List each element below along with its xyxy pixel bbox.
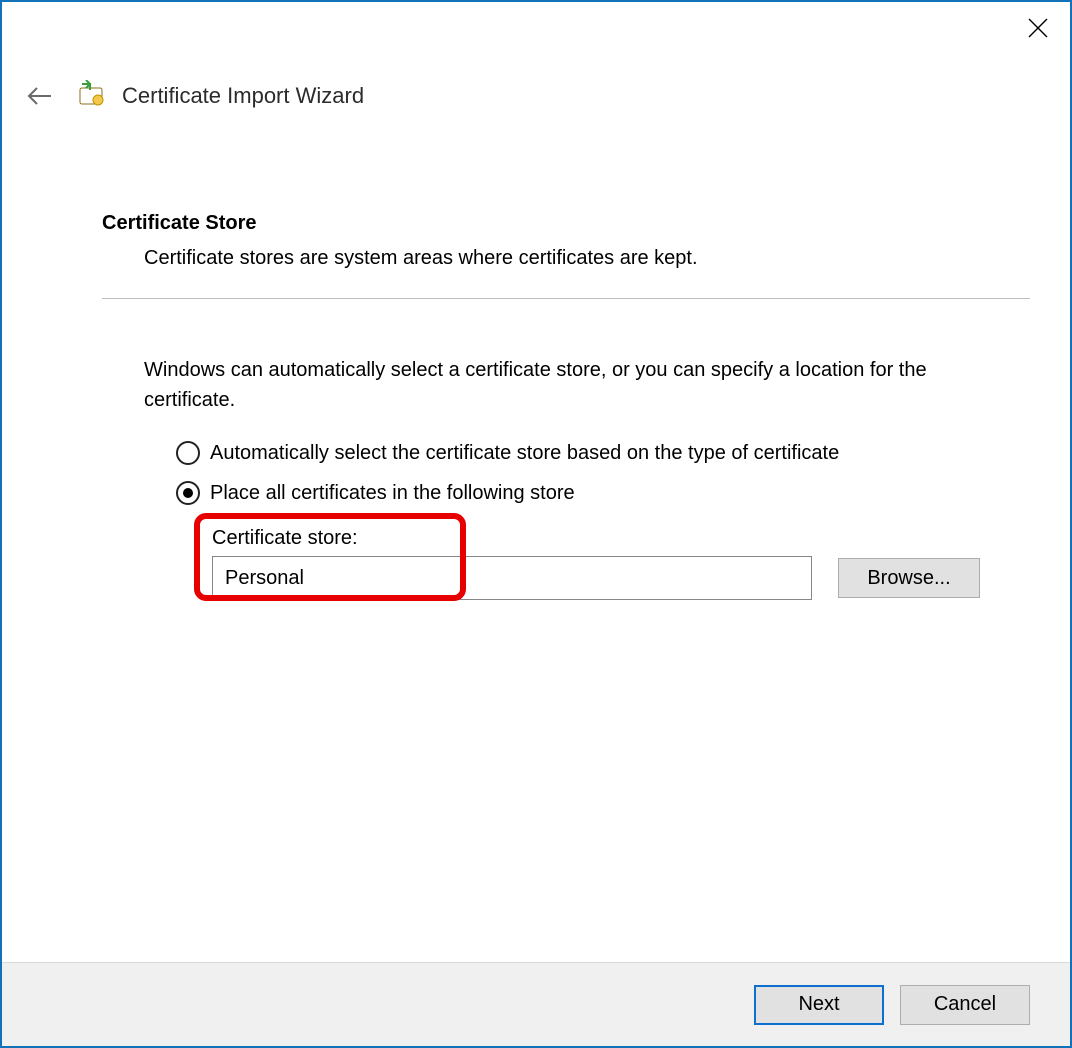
radio-auto-label: Automatically select the certificate sto…	[210, 442, 839, 465]
certificate-store-input[interactable]	[212, 556, 812, 600]
divider	[102, 298, 1030, 299]
section-heading: Certificate Store	[102, 212, 1030, 235]
next-button[interactable]: Next	[754, 985, 884, 1025]
radio-unchecked-icon	[176, 441, 200, 465]
radio-manual-select[interactable]: Place all certificates in the following …	[176, 481, 1030, 505]
wizard-content: Certificate Store Certificate stores are…	[102, 212, 1030, 600]
certificate-wizard-icon	[76, 80, 108, 112]
radio-manual-label: Place all certificates in the following …	[210, 482, 575, 505]
wizard-title: Certificate Import Wizard	[122, 83, 364, 109]
back-arrow-icon	[27, 86, 53, 106]
browse-button[interactable]: Browse...	[838, 558, 980, 598]
close-button[interactable]	[1028, 18, 1048, 44]
certificate-store-label: Certificate store:	[212, 527, 1030, 550]
wizard-window: Certificate Import Wizard Certificate St…	[0, 0, 1072, 1048]
section-description: Certificate stores are system areas wher…	[144, 247, 1030, 270]
radio-auto-select[interactable]: Automatically select the certificate sto…	[176, 441, 1030, 465]
wizard-footer: Next Cancel	[2, 962, 1070, 1046]
cancel-button[interactable]: Cancel	[900, 985, 1030, 1025]
radio-checked-icon	[176, 481, 200, 505]
intro-text: Windows can automatically select a certi…	[144, 355, 1004, 415]
close-icon	[1028, 18, 1048, 38]
wizard-header: Certificate Import Wizard	[26, 80, 1046, 112]
back-button[interactable]	[26, 82, 54, 110]
certificate-store-block: Certificate store: Browse...	[212, 527, 1030, 600]
